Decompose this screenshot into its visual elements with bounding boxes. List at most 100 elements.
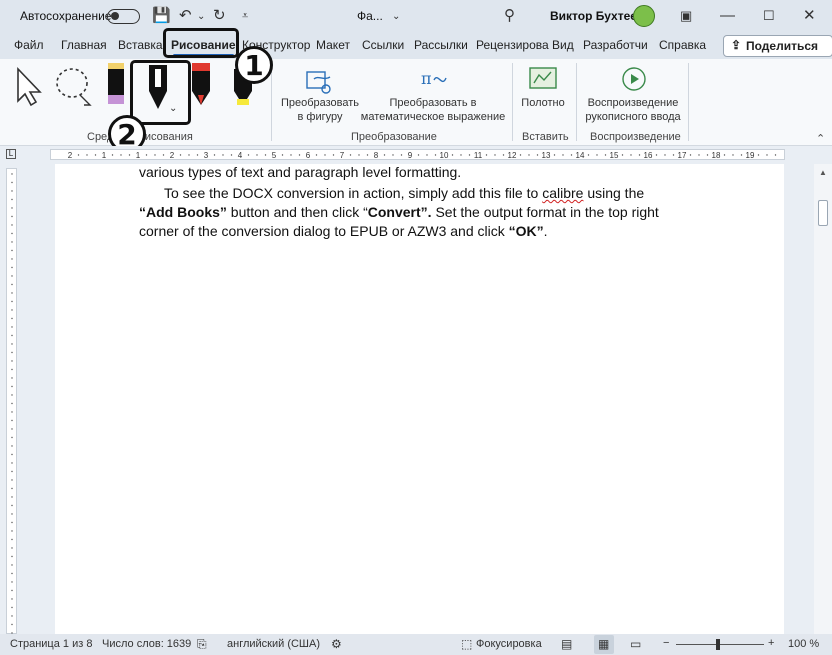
- search-icon[interactable]: ⚲: [504, 6, 515, 26]
- tab-home[interactable]: Главная: [61, 38, 107, 52]
- collapse-ribbon-icon[interactable]: ⌃: [816, 132, 825, 145]
- vruler-tick: [11, 224, 13, 226]
- ribbon-display-icon[interactable]: ▣: [680, 6, 692, 26]
- ruler-tick: [519, 154, 522, 156]
- read-mode-icon[interactable]: ▤: [561, 637, 572, 651]
- pencil-lavender-icon[interactable]: [105, 63, 127, 107]
- ribbon-separator: [271, 63, 272, 141]
- maximize-icon[interactable]: ☐: [763, 6, 775, 26]
- ruler-label: 12: [508, 151, 517, 160]
- doc-name-dropdown-icon[interactable]: ⌄: [392, 7, 400, 27]
- drawing-canvas-button[interactable]: Полотно: [517, 96, 569, 110]
- vruler-tick: [11, 470, 13, 473]
- minimize-icon[interactable]: —: [720, 6, 735, 26]
- doc-bold-text: “Add Books”: [139, 204, 227, 220]
- lasso-select-icon[interactable]: [54, 65, 94, 107]
- ruler-tick: [485, 154, 488, 156]
- doc-text: button and then click “: [226, 204, 368, 220]
- avatar[interactable]: [633, 5, 655, 27]
- autosave-toggle[interactable]: [107, 9, 140, 24]
- user-name[interactable]: Виктор Бухтеев: [550, 9, 644, 23]
- ruler-tick: [222, 154, 224, 156]
- vruler-tick: [11, 581, 13, 583]
- ink-to-math-button[interactable]: Преобразовать в математическое выражение: [360, 96, 506, 124]
- document-name[interactable]: Фа...: [357, 9, 383, 23]
- pen-red-icon[interactable]: [190, 63, 212, 107]
- focus-icon[interactable]: ⬚: [461, 637, 472, 651]
- scroll-up-icon[interactable]: ▲: [819, 168, 827, 177]
- vruler-tick: [11, 487, 13, 490]
- tab-mailings[interactable]: Рассылки: [414, 38, 468, 52]
- web-layout-icon[interactable]: ▭: [630, 637, 641, 651]
- tab-insert[interactable]: Вставка: [118, 38, 163, 52]
- document-page[interactable]: various types of text and paragraph leve…: [55, 164, 784, 634]
- tab-view[interactable]: Вид: [552, 38, 574, 52]
- vruler-tick: [11, 504, 13, 507]
- ink-to-shape-button[interactable]: Преобразовать в фигуру: [277, 96, 363, 124]
- ruler-tick: [672, 154, 675, 156]
- redo-icon[interactable]: ↻: [213, 6, 226, 26]
- accessibility-icon[interactable]: ⚙: [331, 637, 342, 651]
- ruler-tick: [706, 154, 709, 156]
- tab-review[interactable]: Рецензирова: [476, 38, 549, 52]
- ink-replay-button[interactable]: Воспроизведение рукописного ввода: [580, 96, 686, 124]
- pen-dropdown-icon[interactable]: ⌄: [169, 103, 177, 114]
- ruler-label: 17: [678, 151, 687, 160]
- select-arrow-icon[interactable]: [14, 67, 44, 107]
- ruler-tick: [740, 154, 743, 156]
- language-status[interactable]: английский (США): [227, 638, 320, 650]
- zoom-level[interactable]: 100 %: [788, 638, 819, 650]
- undo-icon[interactable]: ↶: [179, 6, 192, 26]
- ink-to-shape-label-1: Преобразовать: [280, 97, 360, 109]
- vruler-tick: [11, 606, 13, 609]
- focus-mode-label[interactable]: Фокусировка: [476, 638, 542, 650]
- vertical-ruler[interactable]: [0, 164, 22, 634]
- customize-toolbar-icon[interactable]: ⩡: [242, 6, 248, 26]
- ruler-label: 3: [204, 151, 209, 160]
- vruler-tick: [11, 598, 13, 600]
- ruler-tick: [587, 154, 590, 156]
- horizontal-ruler[interactable]: L 2 1 1 2 3 4 5 6 7 8 9 10 11 12 13 14 15 16 17 18 19: [0, 146, 832, 164]
- vruler-tick: [11, 334, 13, 337]
- tab-file[interactable]: Файл: [14, 38, 44, 52]
- zoom-out-icon[interactable]: −: [663, 637, 669, 649]
- zoom-in-icon[interactable]: +: [768, 637, 774, 649]
- ruler-tick: [332, 154, 335, 156]
- doc-text: corner of the conversion dialog to EPUB …: [139, 223, 509, 239]
- ruler-label: 9: [408, 151, 413, 160]
- ribbon-separator: [512, 63, 513, 141]
- vruler-tick: [11, 266, 13, 269]
- tab-selector-icon[interactable]: L: [6, 149, 16, 159]
- ruler-tick: [247, 154, 250, 156]
- share-button[interactable]: ⇪ Поделиться: [723, 35, 832, 57]
- vruler-tick: [11, 283, 13, 286]
- scrollbar-thumb[interactable]: [818, 200, 828, 226]
- ruler-label: 10: [440, 151, 449, 160]
- vertical-scrollbar[interactable]: ▲: [814, 164, 832, 634]
- ruler-tick: [86, 154, 88, 156]
- ruler-label: 15: [610, 151, 619, 160]
- proofing-icon[interactable]: ⎘: [197, 637, 207, 652]
- doc-misspelled-word[interactable]: calibre: [542, 185, 583, 201]
- vruler-tick: [11, 564, 13, 566]
- word-count[interactable]: Число слов: 1639: [102, 638, 191, 650]
- ribbon-separator: [576, 63, 577, 141]
- vruler-tick: [11, 232, 13, 235]
- undo-dropdown-icon[interactable]: ⌄: [197, 7, 205, 27]
- page-count[interactable]: Страница 1 из 8: [10, 638, 92, 650]
- save-icon[interactable]: 💾: [152, 6, 171, 26]
- ruler-tick: [111, 154, 114, 156]
- zoom-slider-track[interactable]: [676, 644, 764, 645]
- tab-layout[interactable]: Макет: [316, 38, 350, 52]
- ruler-tick: [196, 154, 199, 156]
- ruler-tick: [188, 154, 190, 156]
- tab-help[interactable]: Справка: [659, 38, 706, 52]
- vruler-tick: [11, 368, 13, 371]
- ruler-tick: [604, 154, 607, 156]
- tab-references[interactable]: Ссылки: [362, 38, 404, 52]
- ruler-tick: [145, 154, 148, 156]
- ruler-tick: [621, 154, 624, 156]
- tab-developer[interactable]: Разработчи: [583, 38, 648, 52]
- close-icon[interactable]: ✕: [803, 6, 816, 26]
- zoom-slider-thumb[interactable]: [716, 639, 720, 650]
